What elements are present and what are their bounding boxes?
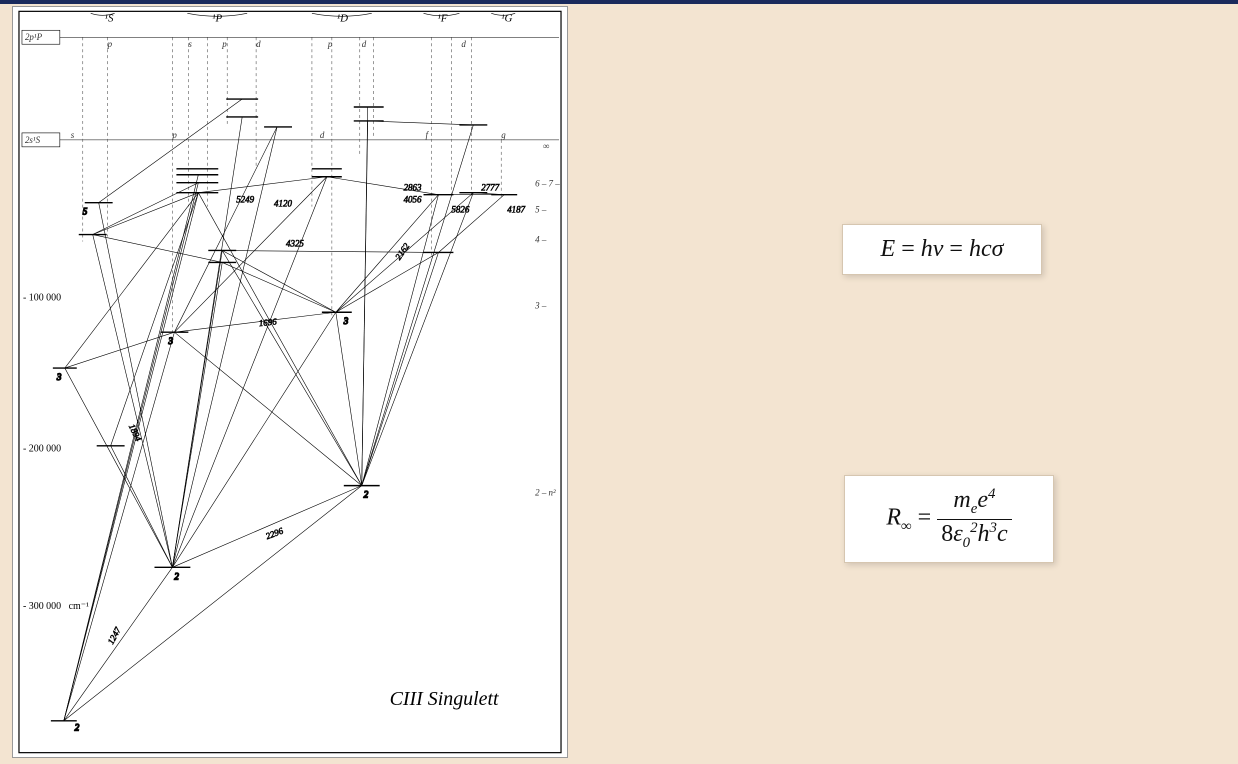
svg-text:2: 2 [75,723,80,733]
svg-text:1894: 1894 [127,422,144,443]
eq2-R: R [886,505,901,531]
svg-text:5: 5 [83,207,88,217]
svg-text:4325: 4325 [286,238,304,248]
label-2s1S: 2s¹S [25,135,41,145]
equation-rydberg: R∞ = mee4 8ε02h3c [844,475,1054,563]
svg-text:d: d [256,39,261,49]
svg-text:d: d [362,39,367,49]
term-label-F: ¹F [437,12,447,24]
ytick-100k: - 100 000 [23,292,61,303]
term-label-G: ¹G [501,12,512,24]
svg-text:3: 3 [167,336,173,346]
svg-text:2: 2 [364,490,369,500]
svg-text:4 –: 4 – [535,235,547,245]
svg-text:6 – 7 –: 6 – 7 – [535,179,560,189]
svg-text:f: f [426,130,430,140]
grotrian-diagram: .th{stroke:#000;stroke-width:1.2;fill:no… [12,6,568,758]
svg-text:1696: 1696 [258,316,277,328]
diagram-title: CIII Singulett [390,688,499,710]
eq1-rhs: hcσ [969,236,1004,262]
svg-text:g: g [501,130,506,140]
svg-text:5249: 5249 [236,195,254,205]
svg-text:2777: 2777 [481,183,499,193]
eq1-lhs: E [881,236,896,262]
term-label-D: ¹D [337,12,348,24]
ytick-200k: - 200 000 [23,444,61,455]
svg-text:d: d [320,130,325,140]
svg-text:d: d [461,39,466,49]
svg-text:2296: 2296 [264,525,285,541]
svg-text:4056: 4056 [404,195,422,205]
svg-text:3: 3 [343,316,349,326]
label-2p1P: 2p¹P [25,32,43,42]
svg-text:1247: 1247 [106,625,123,646]
svg-text:4187: 4187 [507,205,525,215]
svg-text:s: s [71,130,75,140]
equation-energy: E = hν = hcσ [842,224,1042,275]
svg-text:2 – n²: 2 – n² [535,488,556,498]
ytick-300k: - 300 000 cm⁻¹ [23,601,89,612]
svg-text:∞: ∞ [543,141,549,151]
svg-text:5 –: 5 – [535,205,547,215]
svg-text:2863: 2863 [404,183,422,193]
svg-text:3: 3 [56,372,62,382]
svg-text:5826: 5826 [451,205,469,215]
eq1-mid: hν [921,236,944,262]
svg-text:s: s [188,39,192,49]
svg-text:2: 2 [174,571,179,581]
svg-text:4120: 4120 [274,199,292,209]
svg-text:3 –: 3 – [534,300,547,310]
svg-text:p: p [221,39,227,49]
term-label-P: ¹P [212,12,222,24]
